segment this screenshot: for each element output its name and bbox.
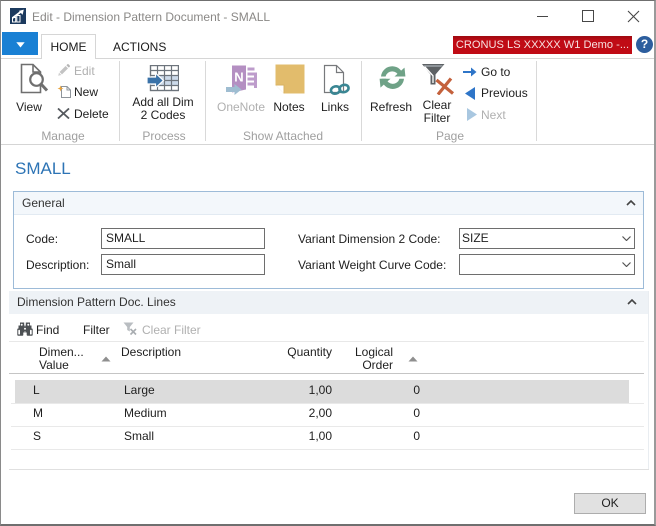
svg-text:N: N [234,70,243,85]
